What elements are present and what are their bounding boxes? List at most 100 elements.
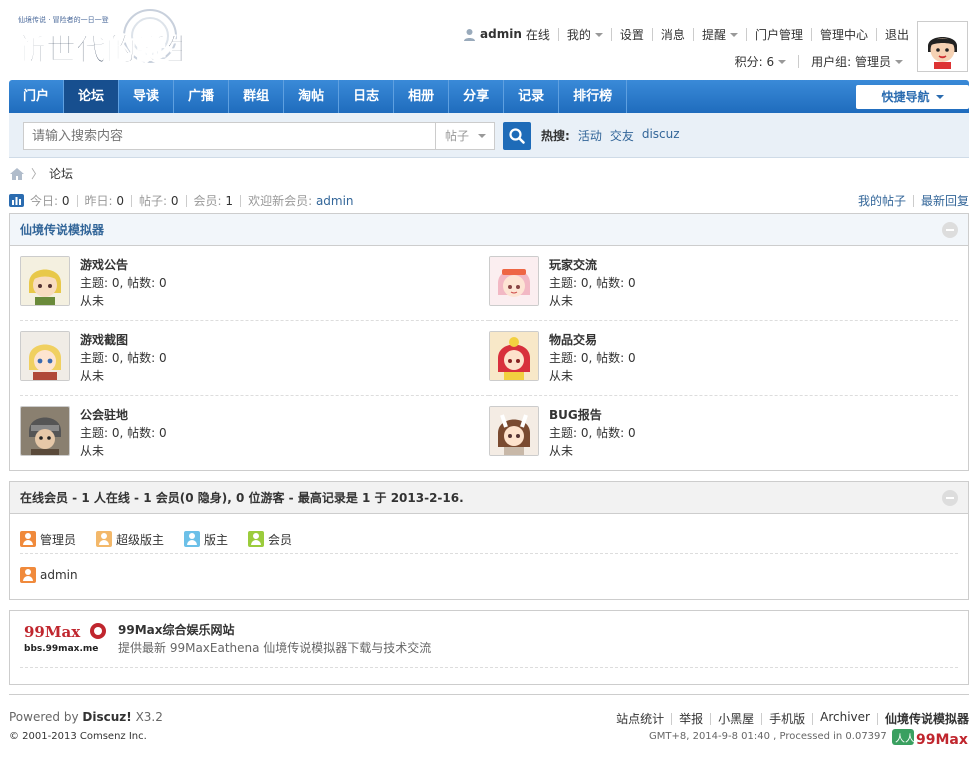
user-bar: admin 在线 我的 设置 消息 提醒 门户管理 管理中心 退出	[463, 26, 909, 42]
footer-logo[interactable]: 人人 99Max	[892, 726, 970, 748]
powered-by: Powered by Discuz! X3.2	[9, 710, 163, 724]
nav-portal[interactable]: 门户	[9, 80, 65, 113]
forum-icon[interactable]	[489, 256, 539, 306]
logout-link[interactable]: 退出	[885, 26, 909, 43]
hot-search-item[interactable]: discuz	[642, 127, 680, 144]
avatar[interactable]	[917, 21, 968, 72]
version-label: X3.2	[135, 710, 163, 724]
legend-super-moderator: 超级版主	[96, 525, 164, 553]
username-link[interactable]: admin	[480, 27, 522, 41]
footer-links: 站点统计 举报 小黑屋 手机版 Archiver 仙境传说模拟器	[616, 710, 969, 727]
discuz-link[interactable]: Discuz!	[82, 710, 131, 724]
members-count: 1	[225, 193, 234, 208]
site-logo[interactable]: 新世代的誕生 仙境传说 · 冒险者的一日一登	[10, 8, 197, 72]
forum-title[interactable]: 玩家交流	[549, 256, 636, 274]
forum-title[interactable]: 游戏截图	[80, 331, 167, 349]
new-member-link[interactable]: admin	[316, 194, 354, 208]
latest-reply-link[interactable]: 最新回复	[921, 192, 969, 209]
nav-collections[interactable]: 淘帖	[284, 80, 340, 113]
collapse-icon[interactable]	[942, 490, 958, 506]
archiver-link[interactable]: Archiver	[820, 710, 870, 727]
settings-link[interactable]: 设置	[620, 26, 644, 43]
usergroup-menu[interactable]: 用户组: 管理员	[811, 53, 903, 70]
hot-search-label: 热搜:	[541, 129, 570, 143]
user-icon	[464, 28, 476, 41]
forum-meta: 主题: 0, 帖数: 0	[80, 351, 167, 365]
nav-groups[interactable]: 群组	[229, 80, 285, 113]
admin-user-icon	[20, 567, 36, 583]
forum-icon[interactable]	[20, 331, 70, 381]
points-menu[interactable]: 积分: 6	[735, 53, 787, 70]
nav-share[interactable]: 分享	[449, 80, 505, 113]
hot-search: 热搜: 活动 交友 discuz	[541, 127, 680, 144]
forum-stats: 今日: 0 昨日: 0 帖子: 0 会员: 1 欢迎新会员: admin	[9, 192, 354, 209]
category-title[interactable]: 仙境传说模拟器	[20, 223, 104, 237]
main-nav: 门户 论坛 导读 广播 群组 淘帖 日志 相册 分享 记录 排行榜	[9, 80, 969, 113]
quick-nav-button[interactable]: 快捷导航	[856, 85, 969, 109]
search-input[interactable]	[23, 122, 435, 150]
search-type-select[interactable]: 帖子	[435, 122, 495, 150]
nav-blog[interactable]: 日志	[339, 80, 395, 113]
footer-divider	[9, 694, 969, 695]
forum-title[interactable]: 物品交易	[549, 331, 636, 349]
stats-chart-icon	[9, 194, 24, 207]
server-time: GMT+8, 2014-9-8 01:40 , Processed in 0.0…	[649, 731, 887, 742]
forum-last-post: 从未	[549, 444, 574, 458]
svg-text:99Max: 99Max	[916, 732, 968, 748]
my-posts-link[interactable]: 我的帖子	[858, 192, 906, 209]
forum-title[interactable]: BUG报告	[549, 406, 636, 424]
site-stats-link[interactable]: 站点统计	[616, 710, 664, 727]
nav-guide[interactable]: 导读	[119, 80, 175, 113]
svg-text:99Max: 99Max	[24, 623, 81, 641]
chevron-right-icon: 〉	[31, 167, 44, 181]
forum-meta: 主题: 0, 帖数: 0	[80, 276, 167, 290]
search-button[interactable]	[503, 122, 531, 150]
blacklist-link[interactable]: 小黑屋	[718, 710, 754, 727]
legend-admin: 管理员	[20, 525, 76, 553]
quick-links: 我的帖子 最新回复	[858, 192, 969, 209]
admin-center-link[interactable]: 管理中心	[820, 26, 868, 43]
my-menu[interactable]: 我的	[567, 26, 603, 43]
svg-text:仙境传说 · 冒险者的一日一登: 仙境传说 · 冒险者的一日一登	[18, 15, 109, 24]
hot-search-item[interactable]: 交友	[610, 127, 634, 144]
site-name-link[interactable]: 仙境传说模拟器	[885, 710, 969, 727]
forum-meta: 主题: 0, 帖数: 0	[549, 426, 636, 440]
nav-broadcast[interactable]: 广播	[174, 80, 230, 113]
report-link[interactable]: 举报	[679, 710, 703, 727]
logo-text: 新世代的誕生	[16, 33, 182, 68]
forum-last-post: 从未	[549, 369, 574, 383]
hot-search-item[interactable]: 活动	[578, 127, 602, 144]
notifications-menu[interactable]: 提醒	[702, 26, 738, 43]
forum-meta: 主题: 0, 帖数: 0	[80, 426, 167, 440]
portal-admin-link[interactable]: 门户管理	[755, 26, 803, 43]
home-icon[interactable]	[9, 167, 25, 181]
friend-links: 99Max bbs.99max.me 99Max综合娱乐网站 提供最新 99Ma…	[9, 610, 969, 685]
forum-category: 仙境传说模拟器 游戏公告 主题: 0, 帖数: 0 从未 玩家交流 主题: 0,…	[9, 213, 969, 471]
nav-album[interactable]: 相册	[394, 80, 450, 113]
nav-records[interactable]: 记录	[504, 80, 560, 113]
forum-last-post: 从未	[80, 444, 105, 458]
online-user-list: admin	[10, 554, 968, 583]
search-bar: 帖子 热搜: 活动 交友 discuz	[9, 113, 969, 158]
mobile-link[interactable]: 手机版	[769, 710, 805, 727]
partner-title[interactable]: 99Max综合娱乐网站	[118, 621, 431, 639]
forum-icon[interactable]	[489, 406, 539, 456]
partner-logo[interactable]: 99Max bbs.99max.me	[22, 621, 108, 655]
nav-ranking[interactable]: 排行榜	[559, 80, 628, 113]
yesterday-count: 0	[116, 193, 125, 208]
nav-forum[interactable]: 论坛	[64, 80, 120, 113]
forum-title[interactable]: 游戏公告	[80, 256, 167, 274]
forum-icon[interactable]	[489, 331, 539, 381]
online-user-link[interactable]: admin	[40, 568, 78, 582]
today-count: 0	[61, 193, 70, 208]
forum-item: 游戏截图 主题: 0, 帖数: 0 从未	[20, 321, 489, 396]
messages-link[interactable]: 消息	[661, 26, 685, 43]
forum-title[interactable]: 公会驻地	[80, 406, 167, 424]
member-user-icon	[248, 531, 265, 547]
forum-icon[interactable]	[20, 256, 70, 306]
forum-last-post: 从未	[549, 294, 574, 308]
svg-text:人人: 人人	[895, 733, 915, 745]
forum-meta: 主题: 0, 帖数: 0	[549, 351, 636, 365]
forum-icon[interactable]	[20, 406, 70, 456]
collapse-icon[interactable]	[942, 222, 958, 238]
